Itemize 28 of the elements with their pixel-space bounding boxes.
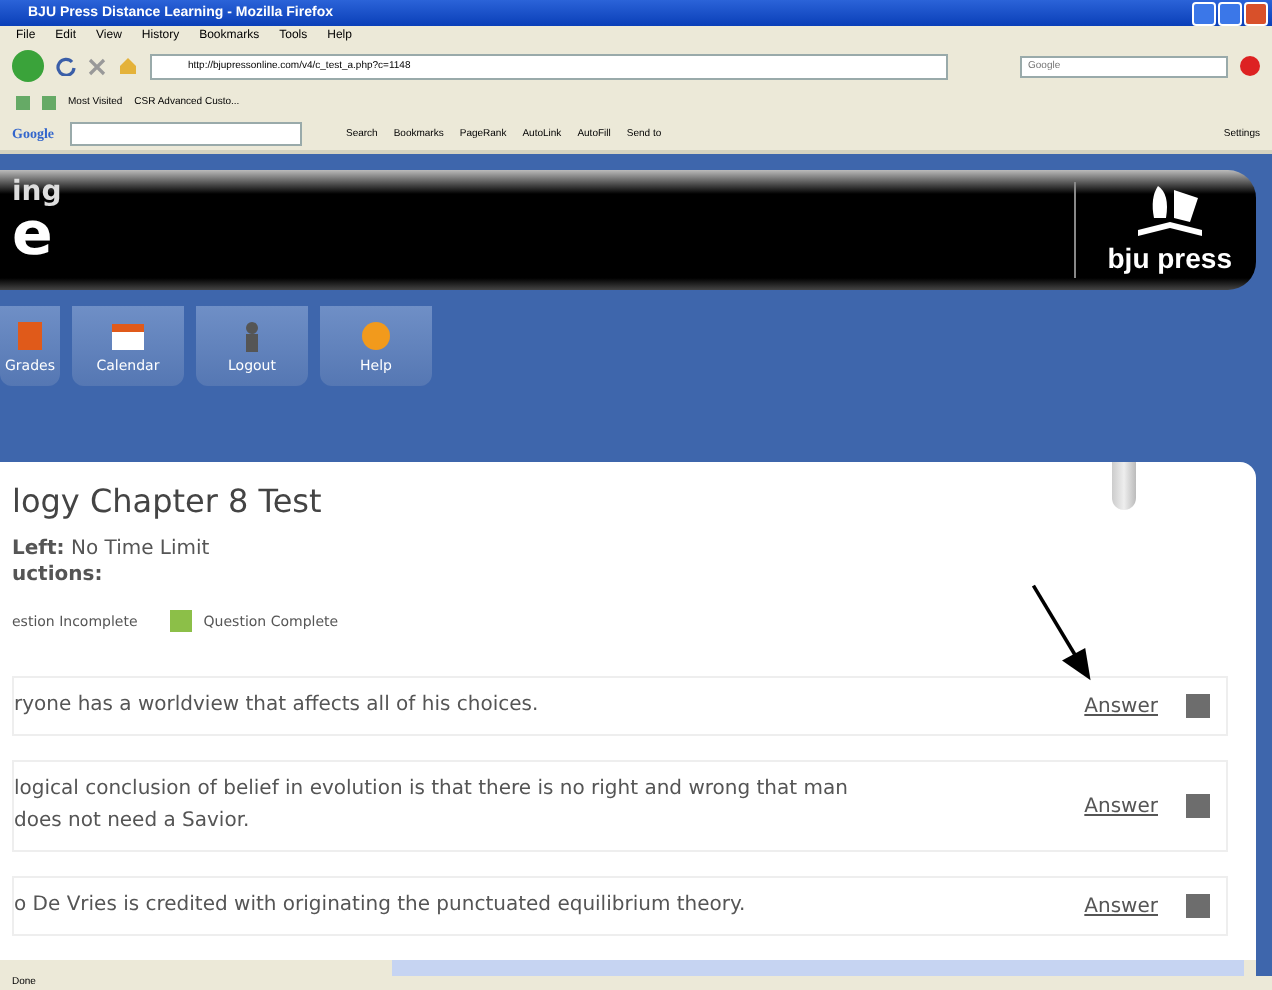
question-text: logical conclusion of belief in evolution is that there is no right and wrong that man does not need a Savior. <box>14 776 850 836</box>
home-icon[interactable] <box>118 56 138 76</box>
answer-link[interactable]: Answer <box>1084 695 1158 717</box>
test-title: logy Chapter 8 Test <box>12 482 322 520</box>
instructions-label: uctions: <box>12 564 105 586</box>
banner-text: ing <box>12 178 62 206</box>
scroll-handle[interactable] <box>1112 462 1136 510</box>
minimize-button[interactable] <box>1192 1 1216 25</box>
adblock-icon[interactable] <box>1240 56 1260 76</box>
reload-icon[interactable] <box>56 56 76 76</box>
question-text: o De Vries is credited with originating the punctuated equilibrium theory. <box>14 892 748 920</box>
answer-link[interactable]: Answer <box>1084 895 1158 917</box>
calendar-icon <box>110 319 146 351</box>
close-button[interactable] <box>1244 1 1268 25</box>
answer-link[interactable]: Answer <box>1084 795 1158 817</box>
person-icon <box>242 319 262 351</box>
horizontal-scrollbar[interactable] <box>0 960 1256 976</box>
grade-icon <box>16 319 44 351</box>
banner-text: e <box>12 206 53 266</box>
brand-name: bju press <box>1107 242 1232 274</box>
stop-icon[interactable] <box>88 57 106 75</box>
time-value: No Time Limit <box>70 538 210 560</box>
question-text: ryone has a worldview that affects all of his choices. <box>14 692 541 720</box>
maximize-button[interactable] <box>1218 1 1242 25</box>
back-button[interactable] <box>12 50 44 82</box>
google-search-field[interactable] <box>70 121 302 145</box>
time-label: Left: <box>12 538 65 560</box>
help-icon <box>360 319 392 351</box>
